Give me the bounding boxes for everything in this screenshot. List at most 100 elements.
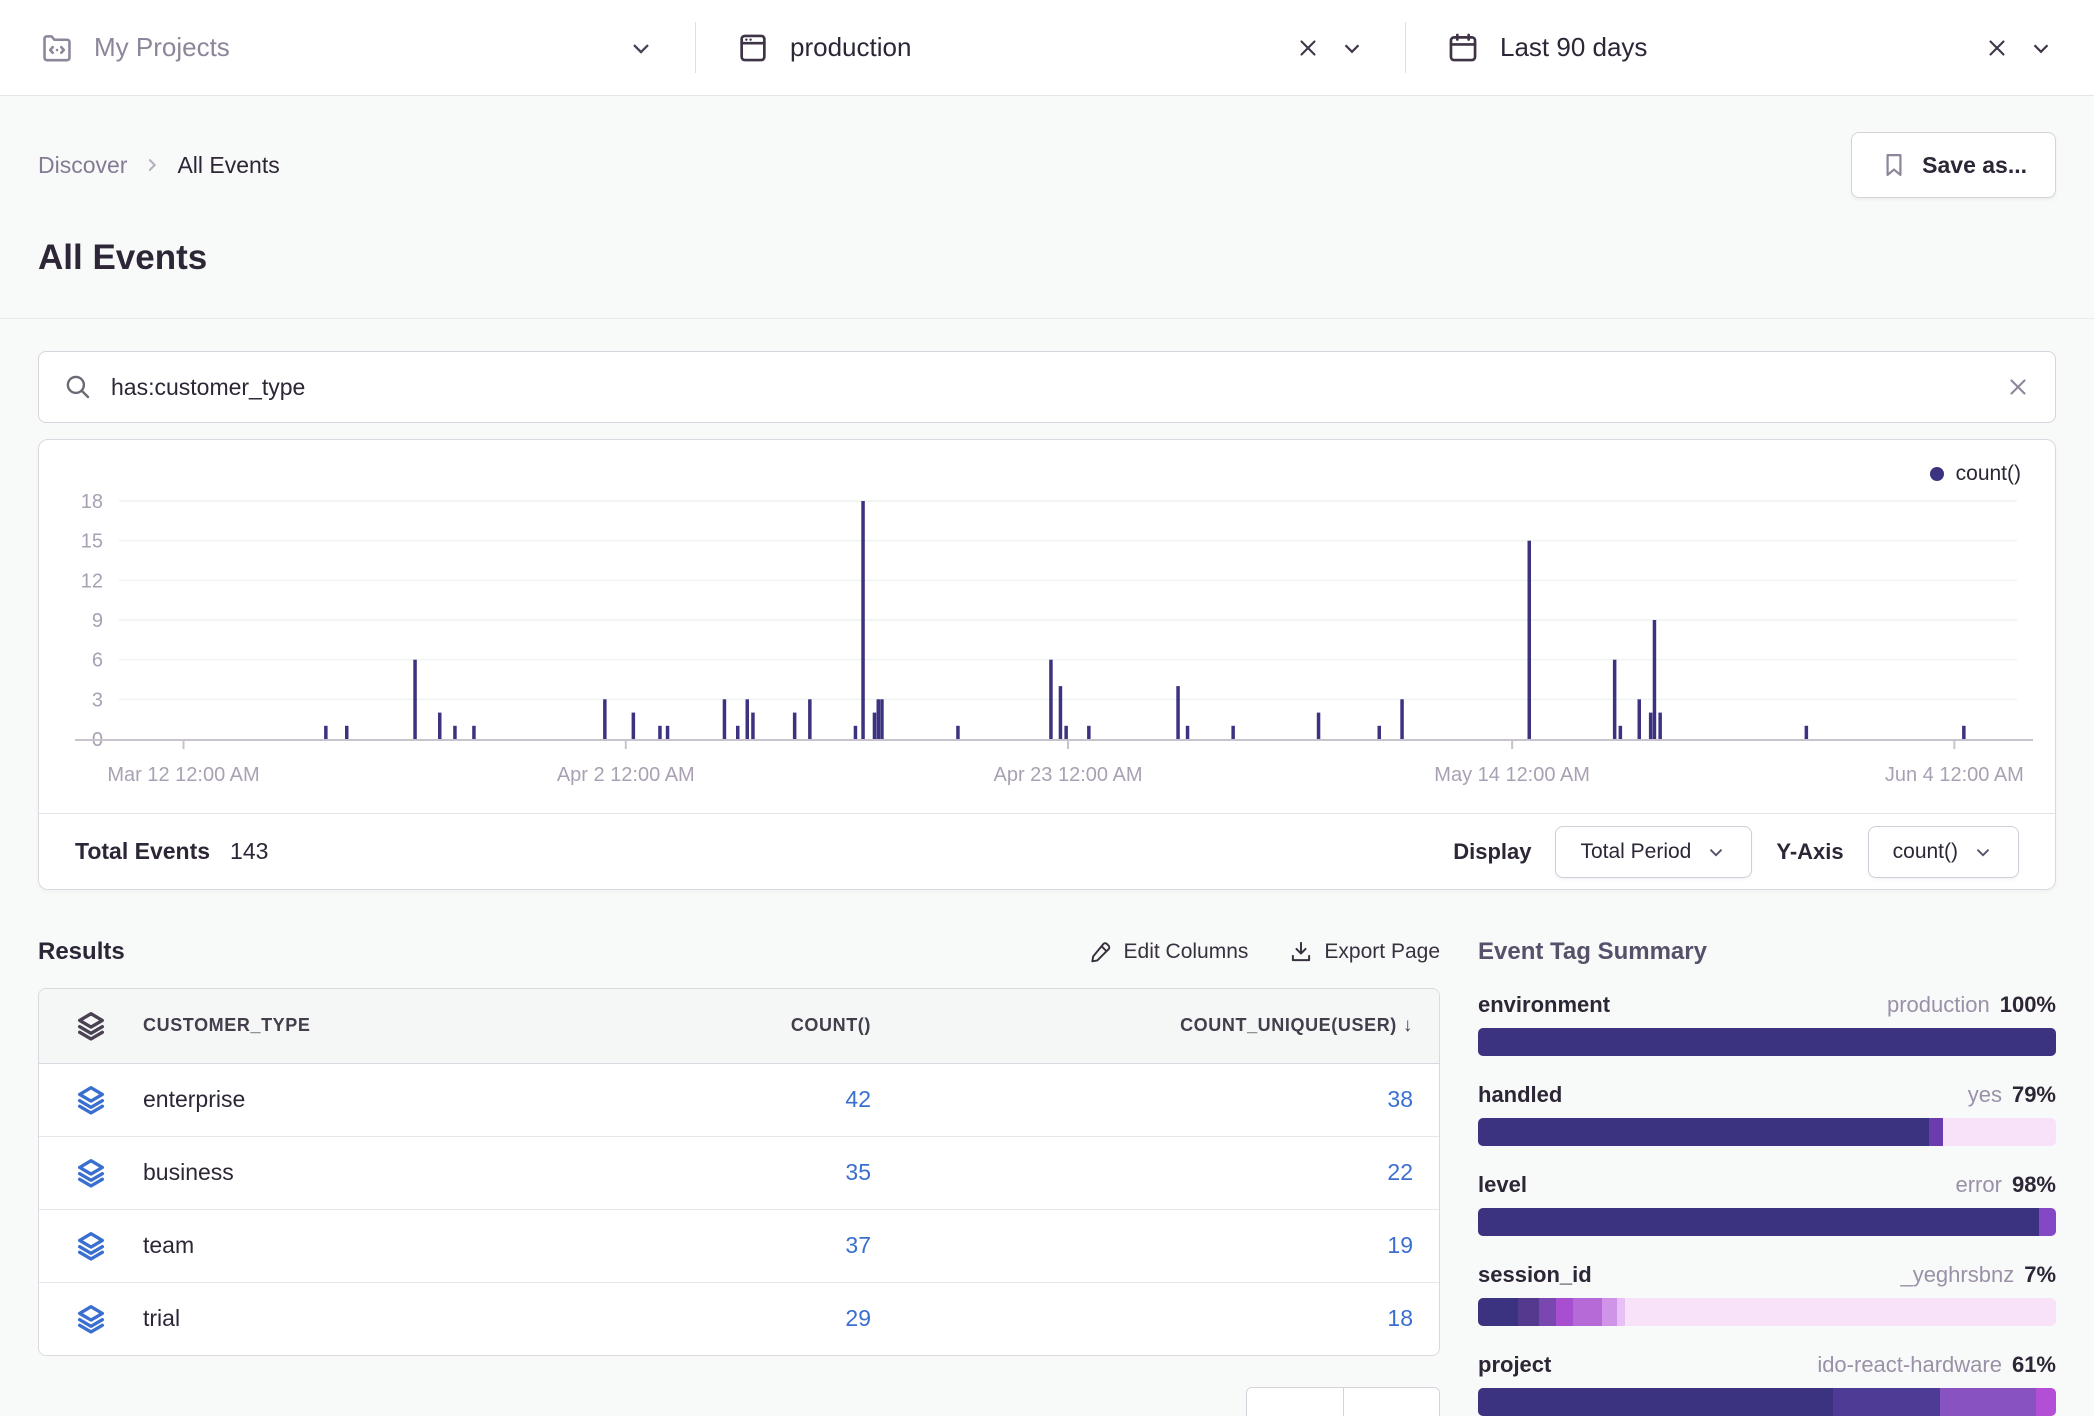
stack-icon [75, 1303, 107, 1335]
tag-bar-segment[interactable] [1478, 1298, 1518, 1326]
tag-bar-segment[interactable] [1478, 1118, 1929, 1146]
page-header: Discover All Events Save as... All Event… [0, 96, 2094, 319]
pagination [38, 1387, 1440, 1416]
tag-bar-segment[interactable] [2039, 1208, 2056, 1236]
tag-bar-segment[interactable] [1617, 1298, 1626, 1326]
customer-type-value: business [143, 1159, 234, 1186]
topbar: My Projects production [0, 0, 2094, 96]
tag-top-percent: 7% [2024, 1262, 2056, 1288]
event-tag-summary: Event Tag Summary environmentproduction1… [1478, 938, 2056, 1416]
tag-bar-segment[interactable] [1940, 1388, 2035, 1416]
edit-columns-button[interactable]: Edit Columns [1088, 939, 1249, 965]
clear-date-icon[interactable] [1984, 35, 2010, 61]
project-selector[interactable]: My Projects [0, 0, 695, 95]
tag-top-value: production [1887, 992, 1990, 1018]
display-label: Display [1453, 839, 1531, 865]
export-page-label: Export Page [1324, 940, 1440, 964]
chevron-down-icon[interactable] [2028, 35, 2054, 61]
tag-top-value: error [1956, 1172, 2002, 1198]
customer-type-value: trial [143, 1305, 180, 1332]
date-range-label: Last 90 days [1500, 32, 1647, 63]
svg-text:Mar 12 12:00 AM: Mar 12 12:00 AM [107, 764, 259, 786]
count-value-link[interactable]: 29 [845, 1305, 871, 1331]
chevron-down-icon [627, 34, 655, 62]
breadcrumb-all-events: All Events [177, 152, 279, 179]
tag-distribution-bar[interactable] [1478, 1388, 2056, 1416]
display-value: Total Period [1580, 840, 1691, 864]
tag-bar-segment[interactable] [1478, 1388, 1833, 1416]
tag-top-percent: 61% [2012, 1352, 2056, 1378]
project-selector-label: My Projects [94, 32, 230, 63]
page-title: All Events [38, 238, 2056, 278]
chevron-down-icon[interactable] [1339, 35, 1365, 61]
tag-bar-segment[interactable] [1478, 1028, 2056, 1056]
spike-chart-svg: 0369121518Mar 12 12:00 AMApr 2 12:00 AMA… [39, 440, 2055, 813]
legend-dot-icon [1930, 467, 1944, 481]
clear-search-icon[interactable] [2005, 374, 2031, 400]
column-customer-type[interactable]: CUSTOMER_TYPE [143, 1015, 311, 1036]
pagination-next-button[interactable] [1343, 1388, 1439, 1416]
count-unique-value-link[interactable]: 18 [1387, 1305, 1413, 1331]
bookmark-icon [1880, 151, 1908, 179]
tag-bar-segment[interactable] [1518, 1298, 1538, 1326]
svg-text:May 14 12:00 AM: May 14 12:00 AM [1434, 764, 1590, 786]
pencil-icon [1088, 939, 1114, 965]
column-count[interactable]: COUNT() [599, 989, 899, 1063]
tag-bar-segment[interactable] [1556, 1298, 1573, 1326]
table-header-row: CUSTOMER_TYPE COUNT() COUNT_UNIQUE(USER)… [39, 989, 1440, 1063]
count-unique-value-link[interactable]: 19 [1387, 1232, 1413, 1258]
pagination-prev-button[interactable] [1247, 1388, 1343, 1416]
date-range-selector[interactable]: Last 90 days [1406, 0, 2094, 95]
tag-bar-segment[interactable] [2036, 1388, 2056, 1416]
results-table-body: enterprise4238business3522team3719trial2… [39, 1063, 1440, 1355]
tag-top-percent: 79% [2012, 1082, 2056, 1108]
yaxis-label: Y-Axis [1776, 839, 1843, 865]
tag-bar-segment[interactable] [1929, 1118, 1943, 1146]
chevron-down-icon [1972, 841, 1994, 863]
export-page-button[interactable]: Export Page [1288, 939, 1440, 965]
stack-icon [75, 1010, 107, 1042]
breadcrumb-discover[interactable]: Discover [38, 152, 127, 179]
tag-bar-segment[interactable] [1539, 1298, 1556, 1326]
count-value-link[interactable]: 37 [845, 1232, 871, 1258]
total-events-value: 143 [230, 838, 268, 865]
svg-text:6: 6 [92, 650, 103, 672]
count-value-link[interactable]: 42 [845, 1086, 871, 1112]
save-as-button[interactable]: Save as... [1851, 132, 2056, 198]
events-chart[interactable]: 0369121518Mar 12 12:00 AMApr 2 12:00 AMA… [39, 440, 2055, 813]
yaxis-value: count() [1893, 840, 1958, 864]
search-bar[interactable] [38, 351, 2056, 423]
tag-bar-segment[interactable] [1602, 1298, 1616, 1326]
clear-environment-icon[interactable] [1295, 35, 1321, 61]
breadcrumb: Discover All Events [38, 152, 280, 179]
tag-name: level [1478, 1172, 1527, 1198]
stack-icon [75, 1230, 107, 1262]
window-icon [736, 31, 770, 65]
tag-distribution-bar[interactable] [1478, 1298, 2056, 1326]
tag-distribution-bar[interactable] [1478, 1118, 2056, 1146]
environment-selector[interactable]: production [696, 0, 1405, 95]
display-dropdown[interactable]: Total Period [1555, 826, 1752, 878]
count-unique-value-link[interactable]: 38 [1387, 1086, 1413, 1112]
column-count-unique[interactable]: COUNT_UNIQUE(USER)↓ [899, 989, 1440, 1063]
svg-text:18: 18 [81, 491, 103, 513]
yaxis-dropdown[interactable]: count() [1868, 826, 2019, 878]
tag-bar-segment[interactable] [1478, 1208, 2039, 1236]
tag-summary-item: session_id_yeghrsbnz7% [1478, 1262, 2056, 1326]
environment-label: production [790, 32, 911, 63]
chart-legend[interactable]: count() [1930, 462, 2021, 486]
tag-name: environment [1478, 992, 1610, 1018]
tag-top-value: ido-react-hardware [1817, 1352, 2002, 1378]
table-row: trial 29 18 [39, 1282, 1440, 1355]
tag-distribution-bar[interactable] [1478, 1028, 2056, 1056]
tag-bar-segment[interactable] [1833, 1388, 1940, 1416]
tag-summary-item: projectido-react-hardware61% [1478, 1352, 2056, 1416]
count-unique-value-link[interactable]: 22 [1387, 1159, 1413, 1185]
svg-text:9: 9 [92, 610, 103, 632]
download-icon [1288, 939, 1314, 965]
tag-bar-segment[interactable] [1573, 1298, 1602, 1326]
count-value-link[interactable]: 35 [845, 1159, 871, 1185]
tag-distribution-bar[interactable] [1478, 1208, 2056, 1236]
search-input[interactable] [111, 374, 1987, 401]
table-row: team3719 [39, 1209, 1440, 1282]
